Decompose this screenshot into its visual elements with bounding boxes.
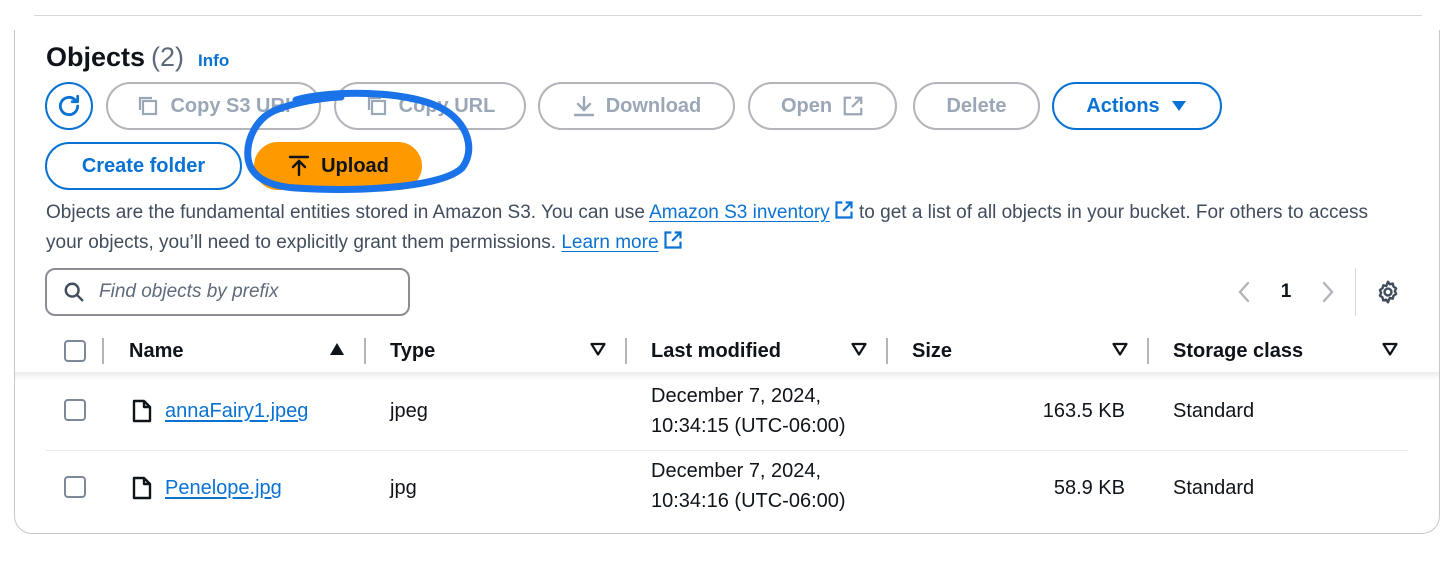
download-icon	[573, 95, 594, 117]
current-page[interactable]: 1	[1262, 281, 1310, 303]
column-label: Size	[912, 339, 953, 362]
file-icon-cell	[132, 476, 152, 509]
column-separator	[102, 338, 104, 364]
gear-icon	[1378, 280, 1398, 304]
object-size: 58.9 KB	[1053, 477, 1125, 499]
last-modified-cell: December 7, 2024, 10:34:16 (UTC-06:00)	[651, 456, 846, 516]
next-page-button[interactable]	[1310, 276, 1346, 308]
object-name-cell: annaFairy1.jpeg	[165, 396, 308, 426]
last-modified-cell: December 7, 2024, 10:34:15 (UTC-06:00)	[651, 381, 846, 441]
last-modified-date: December 7, 2024,	[651, 460, 822, 482]
copy-icon	[367, 96, 386, 116]
column-header-storage-class[interactable]: Storage class	[1173, 330, 1398, 372]
column-separator	[1147, 338, 1149, 364]
column-header-name[interactable]: Name	[129, 330, 345, 372]
storage-class: Standard	[1173, 477, 1255, 499]
open-label: Open	[780, 94, 833, 117]
column-label: Type	[390, 339, 436, 362]
pager-divider	[1355, 268, 1356, 316]
copy-s3-uri-label: Copy S3 URI	[170, 94, 291, 117]
file-icon	[132, 399, 152, 423]
learn-more-link[interactable]: Learn more	[561, 232, 658, 253]
copy-icon	[139, 96, 158, 116]
column-label: Storage class	[1173, 339, 1304, 362]
copy-url-button[interactable]: Copy URL	[334, 82, 526, 130]
object-name-link[interactable]: annaFairy1.jpeg	[165, 400, 308, 422]
column-label: Name	[129, 339, 184, 362]
file-icon	[132, 476, 152, 500]
caret-down-icon	[1171, 101, 1186, 111]
create-folder-label: Create folder	[81, 154, 206, 177]
table-row[interactable]: Penelope.jpg jpg December 7, 2024, 10:34…	[46, 451, 1408, 527]
search-box[interactable]	[45, 268, 410, 316]
create-folder-button[interactable]: Create folder	[45, 142, 242, 190]
object-count: (2)	[151, 42, 185, 72]
select-all-checkbox-cell	[64, 330, 86, 372]
column-separator	[886, 338, 888, 364]
row-checkbox[interactable]	[64, 399, 86, 421]
sort-ascending-icon	[330, 343, 344, 355]
upload-icon	[288, 155, 310, 177]
column-header-size[interactable]: Size	[912, 330, 1128, 372]
last-modified-date: December 7, 2024,	[651, 385, 822, 407]
pagination: 1	[1226, 276, 1346, 308]
actions-label: Actions	[1086, 94, 1160, 117]
object-name-link[interactable]: Penelope.jpg	[165, 477, 282, 499]
previous-page-button[interactable]	[1226, 276, 1262, 308]
external-link-icon	[843, 96, 863, 116]
column-separator	[364, 338, 366, 364]
top-divider	[34, 15, 1422, 16]
row-checkbox-cell	[64, 399, 86, 421]
row-checkbox[interactable]	[64, 476, 86, 498]
info-link[interactable]: Info	[198, 51, 229, 71]
object-size: 163.5 KB	[1042, 400, 1125, 422]
external-link-icon	[835, 201, 853, 219]
copy-s3-uri-button[interactable]: Copy S3 URI	[106, 82, 321, 130]
external-link-icon	[663, 231, 682, 249]
copy-url-label: Copy URL	[398, 94, 496, 117]
actions-dropdown-button[interactable]: Actions	[1052, 82, 1222, 130]
upload-button[interactable]: Upload	[254, 142, 422, 190]
chevron-left-icon	[1238, 281, 1250, 303]
description-text: Objects are the fundamental entities sto…	[46, 202, 650, 223]
open-button[interactable]: Open	[748, 82, 897, 130]
last-modified-time: 10:34:15 (UTC-06:00)	[651, 415, 846, 437]
table-settings-button[interactable]	[1372, 276, 1404, 308]
search-icon	[64, 282, 84, 302]
select-all-checkbox[interactable]	[64, 340, 86, 362]
download-button[interactable]: Download	[538, 82, 735, 130]
download-label: Download	[605, 94, 702, 117]
refresh-icon	[58, 94, 80, 117]
sort-descending-icon	[851, 342, 867, 356]
column-separator	[625, 338, 627, 364]
search-input[interactable]	[99, 281, 379, 303]
upload-label: Upload	[321, 154, 389, 177]
sort-descending-icon	[590, 342, 606, 356]
delete-label: Delete	[946, 94, 1007, 117]
delete-button[interactable]: Delete	[913, 82, 1040, 130]
section-title: Objects	[46, 42, 146, 72]
sort-descending-icon	[1382, 342, 1398, 356]
object-type: jpeg	[390, 400, 428, 422]
sort-descending-icon	[1112, 342, 1128, 356]
column-header-last-modified[interactable]: Last modified	[651, 330, 867, 372]
file-icon-cell	[132, 399, 152, 432]
column-header-type[interactable]: Type	[390, 330, 606, 372]
table-header: Name Type Last modified Size Storage cla…	[46, 330, 1408, 372]
objects-description: Objects are the fundamental entities sto…	[46, 198, 1406, 258]
chevron-right-icon	[1322, 281, 1334, 303]
table-row[interactable]: annaFairy1.jpeg jpeg December 7, 2024, 1…	[46, 374, 1408, 450]
s3-inventory-link[interactable]: Amazon S3 inventory	[649, 202, 830, 223]
refresh-button[interactable]	[45, 82, 93, 130]
section-header: Objects (2) Info	[46, 42, 229, 73]
row-checkbox-cell	[64, 476, 86, 498]
column-label: Last modified	[651, 339, 782, 362]
storage-class: Standard	[1173, 400, 1255, 422]
object-name-cell: Penelope.jpg	[165, 473, 282, 503]
last-modified-time: 10:34:16 (UTC-06:00)	[651, 490, 846, 512]
object-type: jpg	[390, 477, 417, 499]
